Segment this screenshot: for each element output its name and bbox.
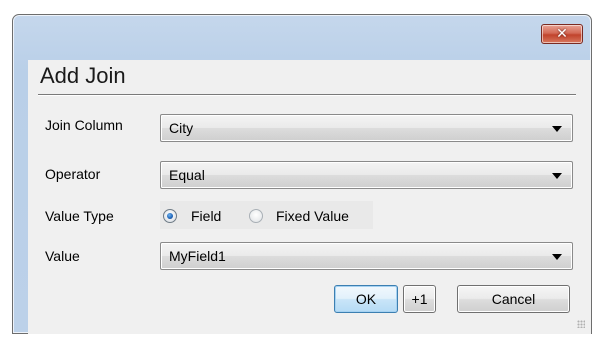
close-button[interactable]: ✕ xyxy=(541,24,583,44)
fixed-value-radio[interactable] xyxy=(249,209,263,223)
chevron-down-icon xyxy=(552,173,562,179)
value-dropdown[interactable]: MyField1 xyxy=(160,242,573,270)
operator-label: Operator xyxy=(45,166,101,182)
value-value: MyField1 xyxy=(169,248,226,264)
close-icon: ✕ xyxy=(556,26,568,42)
fixed-value-radio-label[interactable]: Fixed Value xyxy=(276,208,349,224)
field-radio-label[interactable]: Field xyxy=(191,208,221,224)
join-column-label: Join Column xyxy=(45,117,123,133)
operator-value: Equal xyxy=(169,167,205,183)
field-radio[interactable] xyxy=(163,209,177,223)
title-divider xyxy=(38,94,576,95)
join-column-dropdown[interactable]: City xyxy=(160,114,573,142)
ok-button[interactable]: OK xyxy=(334,285,398,313)
chevron-down-icon xyxy=(552,254,562,260)
dialog-title: Add Join xyxy=(40,63,126,88)
value-label: Value xyxy=(45,248,80,264)
resize-grip-icon[interactable] xyxy=(577,320,585,328)
operator-dropdown[interactable]: Equal xyxy=(160,161,573,189)
dialog-client-area: Add Join Join Column City Operator Equal… xyxy=(28,60,591,334)
plus-one-button[interactable]: +1 xyxy=(403,285,436,313)
join-column-value: City xyxy=(169,120,194,136)
chevron-down-icon xyxy=(552,126,562,132)
value-type-label: Value Type xyxy=(45,208,114,224)
cancel-button[interactable]: Cancel xyxy=(457,285,570,313)
